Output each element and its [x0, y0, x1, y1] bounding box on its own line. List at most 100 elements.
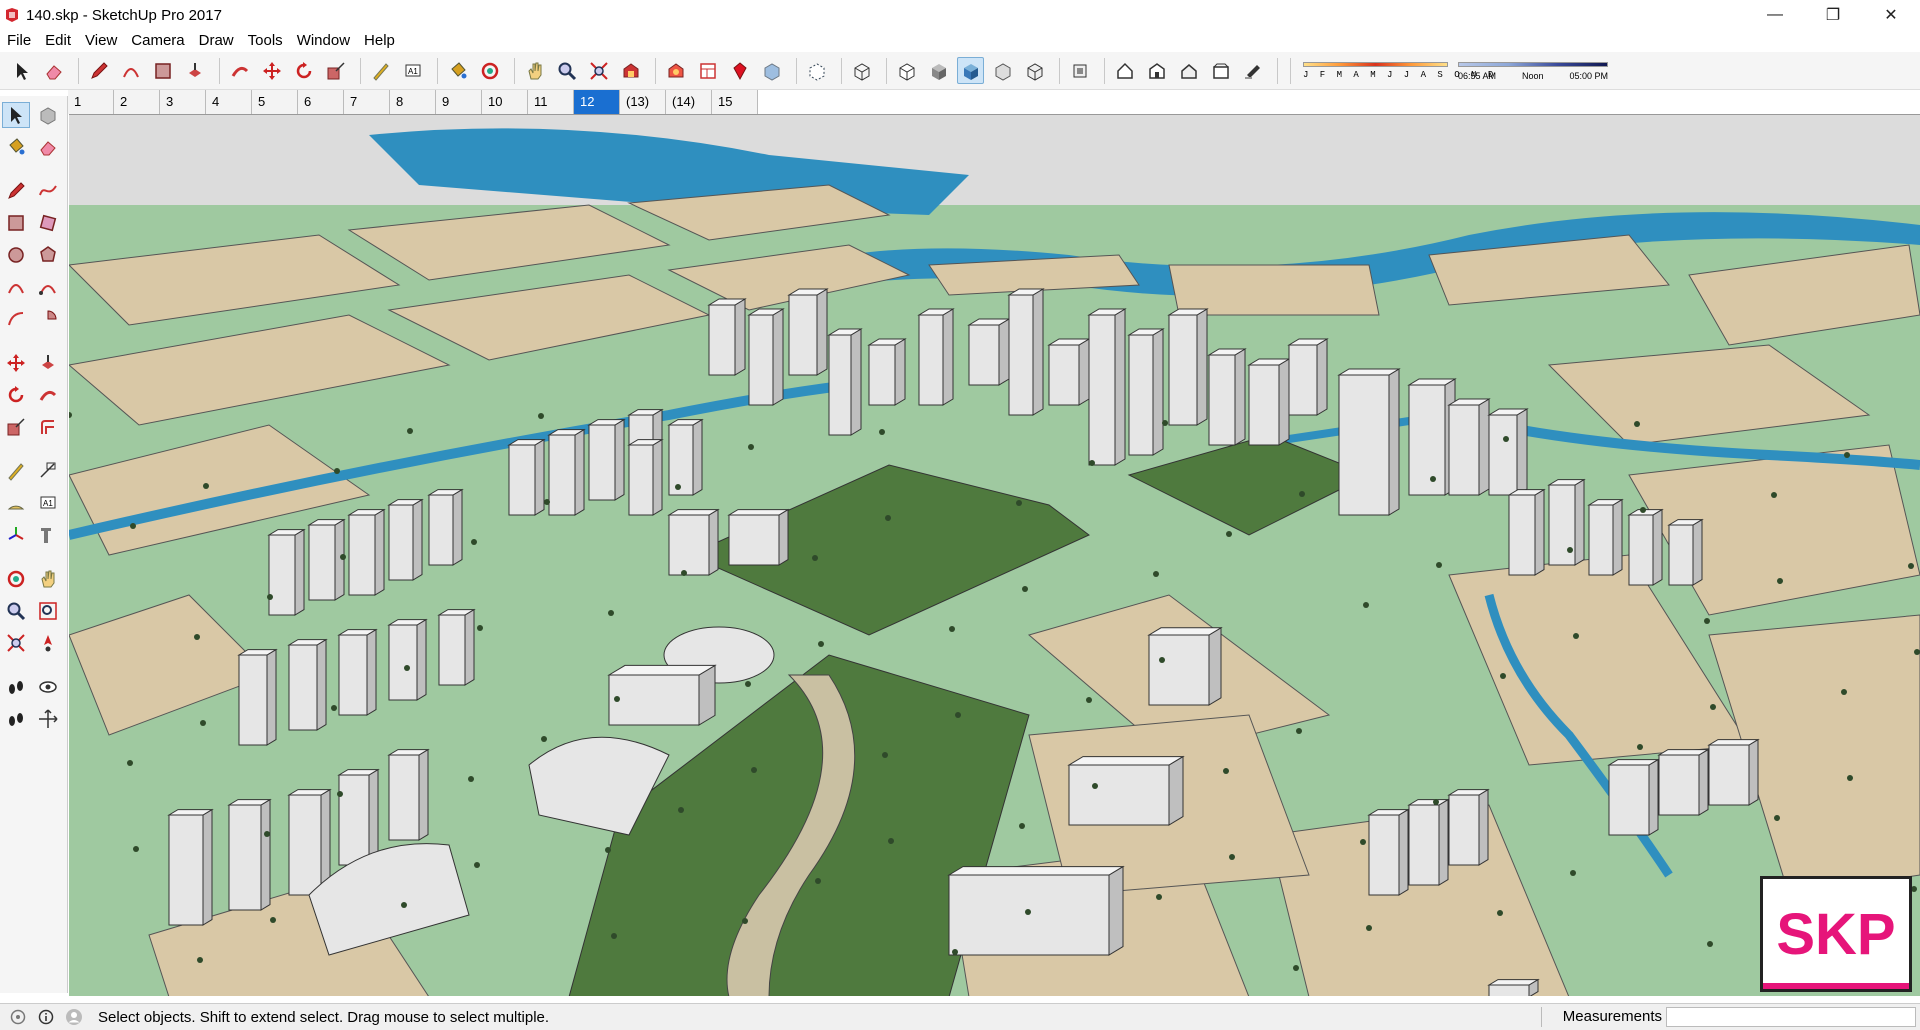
menu-draw[interactable]: Draw — [192, 30, 241, 52]
orbit-tool-button[interactable] — [476, 57, 503, 84]
model-viewport[interactable]: SKP — [69, 114, 1920, 996]
scene-tab-9[interactable]: 9 — [436, 90, 482, 114]
menu-file[interactable]: File — [0, 30, 38, 52]
credits-info-icon[interactable] — [36, 1007, 56, 1027]
left-protractor-button[interactable] — [2, 490, 30, 516]
left-component-button[interactable] — [34, 102, 62, 128]
left-two-point-arc-button[interactable] — [34, 274, 62, 300]
left-zoom-button[interactable] — [2, 598, 30, 624]
left-polygon-button[interactable] — [34, 242, 62, 268]
left-eraser-button[interactable] — [34, 134, 62, 160]
left-rotated-rectangle-button[interactable] — [34, 210, 62, 236]
left-three-point-arc-button[interactable] — [2, 306, 30, 332]
paint-bucket-tool-button[interactable] — [444, 57, 471, 84]
pan-tool-button[interactable] — [521, 57, 548, 84]
left-rectangle-button[interactable] — [2, 210, 30, 236]
left-rotate-button[interactable] — [2, 382, 30, 408]
shadow-time-slider[interactable]: 06:55 AM Noon 05:00 PM — [1458, 58, 1608, 84]
left-arc-button[interactable] — [2, 274, 30, 300]
geo-location-icon[interactable] — [8, 1007, 28, 1027]
scene-tab-14[interactable]: (14) — [666, 90, 712, 114]
pencil-tool-button[interactable] — [85, 57, 112, 84]
zoom-extents-tool-button[interactable] — [585, 57, 612, 84]
scene-tab-6[interactable]: 6 — [298, 90, 344, 114]
back-view-tool-button[interactable] — [1175, 57, 1202, 84]
iso-view-tool-button[interactable] — [1021, 57, 1048, 84]
xray-tool-button[interactable] — [758, 57, 785, 84]
shadow-month-slider[interactable]: J F M A M J J A S O N D — [1303, 58, 1493, 84]
left-look-around-button[interactable] — [34, 674, 62, 700]
menu-camera[interactable]: Camera — [124, 30, 191, 52]
shaded-textures-tool-button[interactable] — [957, 57, 984, 84]
left-move-button[interactable] — [2, 350, 30, 376]
move-tool-button[interactable] — [258, 57, 285, 84]
rectangle-tool-button[interactable] — [149, 57, 176, 84]
layout-tool-button[interactable] — [694, 57, 721, 84]
scene-tab-5[interactable]: 5 — [252, 90, 298, 114]
left-tape-measure-button[interactable] — [2, 458, 30, 484]
left-follow-me-button[interactable] — [34, 382, 62, 408]
left-freehand-button[interactable] — [34, 178, 62, 204]
hidden-line-tool-button[interactable] — [893, 57, 920, 84]
scene-tab-4[interactable]: 4 — [206, 90, 252, 114]
rotate-tool-button[interactable] — [290, 57, 317, 84]
scene-tab-7[interactable]: 7 — [344, 90, 390, 114]
text-tool-button[interactable]: A1 — [399, 57, 426, 84]
measurements-input[interactable] — [1666, 1007, 1916, 1027]
arc-tool-button[interactable] — [117, 57, 144, 84]
follow-me-tool-button[interactable] — [226, 57, 253, 84]
eraser-tool-button[interactable] — [40, 57, 67, 84]
menu-window[interactable]: Window — [290, 30, 357, 52]
user-account-icon[interactable] — [64, 1007, 84, 1027]
scene-tab-2[interactable]: 2 — [114, 90, 160, 114]
zoom-tool-button[interactable] — [553, 57, 580, 84]
left-circle-button[interactable] — [2, 242, 30, 268]
scene-tab-11[interactable]: 11 — [528, 90, 574, 114]
scene-tab-1[interactable]: 1 — [68, 90, 114, 114]
left-scale-button[interactable] — [2, 414, 30, 440]
tape-measure-tool-button[interactable] — [367, 57, 394, 84]
close-button[interactable]: ✕ — [1862, 0, 1920, 30]
left-zoom-extents-button[interactable] — [2, 630, 30, 656]
wireframe-tool-button[interactable] — [848, 57, 875, 84]
scene-tab-3[interactable]: 3 — [160, 90, 206, 114]
left-line-button[interactable] — [2, 178, 30, 204]
left-zoom-window-button[interactable] — [34, 598, 62, 624]
scene-tab-10[interactable]: 10 — [482, 90, 528, 114]
back-edges-tool-button[interactable] — [803, 57, 830, 84]
warehouse-tool-button[interactable] — [617, 57, 644, 84]
left-offset-button[interactable] — [34, 414, 62, 440]
top-view-tool-button[interactable] — [1066, 57, 1093, 84]
left-pan-button[interactable] — [34, 566, 62, 592]
restore-button[interactable]: ❐ — [1804, 0, 1862, 30]
shadows-tool-button[interactable] — [1239, 57, 1266, 84]
scene-tab-13[interactable]: (13) — [620, 90, 666, 114]
left-pie-button[interactable] — [34, 306, 62, 332]
left-walk-button[interactable] — [2, 674, 30, 700]
scale-tool-button[interactable] — [322, 57, 349, 84]
shaded-tool-button[interactable] — [925, 57, 952, 84]
right-view-tool-button[interactable] — [1143, 57, 1170, 84]
menu-edit[interactable]: Edit — [38, 30, 78, 52]
left-select-button[interactable] — [2, 102, 30, 128]
select-tool-button[interactable] — [8, 57, 35, 84]
scene-tab-15[interactable]: 15 — [712, 90, 758, 114]
menu-tools[interactable]: Tools — [241, 30, 290, 52]
left-position-camera-button[interactable] — [34, 630, 62, 656]
left-footprints-button[interactable] — [2, 706, 30, 732]
left-section-plane-button[interactable] — [34, 706, 62, 732]
left-3d-text-button[interactable] — [34, 522, 62, 548]
left-text-button[interactable]: A1 — [34, 490, 62, 516]
left-dimension-button[interactable] — [34, 458, 62, 484]
scene-tab-8[interactable]: 8 — [390, 90, 436, 114]
left-axes-button[interactable] — [2, 522, 30, 548]
ruby-tool-button[interactable] — [726, 57, 753, 84]
scene-tab-12[interactable]: 12 — [574, 90, 620, 114]
left-paint-bucket-button[interactable] — [2, 134, 30, 160]
menu-view[interactable]: View — [78, 30, 124, 52]
minimize-button[interactable]: — — [1746, 0, 1804, 30]
menu-help[interactable]: Help — [357, 30, 402, 52]
monochrome-tool-button[interactable] — [989, 57, 1016, 84]
push-pull-tool-button[interactable] — [181, 57, 208, 84]
front-view-tool-button[interactable] — [1111, 57, 1138, 84]
